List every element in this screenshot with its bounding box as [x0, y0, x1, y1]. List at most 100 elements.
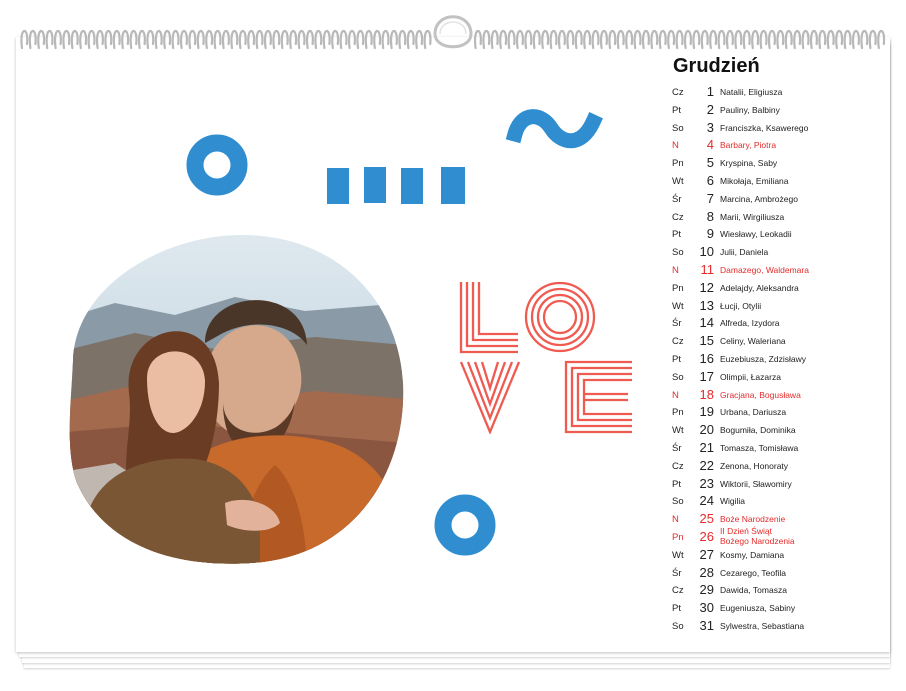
spiral-coil [557, 29, 566, 50]
name-day-label: Tomasza, Tomisława [720, 442, 799, 453]
name-day-label: Cezarego, Teofila [720, 567, 786, 578]
spiral-coil [247, 29, 256, 50]
spiral-coil [205, 29, 214, 50]
name-day-label: Julii, Daniela [720, 247, 769, 258]
spiral-coil [633, 29, 642, 50]
spiral-coil [667, 29, 676, 50]
spiral-coil [499, 29, 508, 50]
weekday-label: N [672, 514, 679, 526]
day-number: 26 [699, 528, 714, 544]
spiral-coil [868, 29, 877, 50]
spiral-coil [331, 29, 340, 50]
day-row: Pn 12 Adelajdy, Aleksandra [670, 280, 870, 298]
weekday-label: Pt [672, 353, 681, 365]
spiral-coil [683, 29, 692, 50]
spiral-coil [104, 29, 113, 50]
spiral-coil [675, 29, 684, 50]
spiral-coil [28, 29, 37, 50]
day-row: Śr 14 Alfreda, Izydora [670, 315, 870, 333]
spiral-coil [373, 29, 382, 50]
spiral-coil [112, 29, 121, 50]
name-day-label: Olimpii, Łazarza [720, 371, 781, 382]
bars-shape [327, 167, 465, 204]
day-row: Śr 7 Marcina, Ambrożego [670, 191, 870, 209]
spiral-coil [121, 29, 130, 50]
spiral-coil [532, 29, 541, 50]
name-day-label: Zenona, Honoraty [720, 460, 789, 471]
day-number: 7 [706, 190, 714, 206]
name-day-label: Adelajdy, Aleksandra [720, 282, 799, 293]
spiral-coil [314, 29, 323, 50]
weekday-label: Pn [672, 158, 684, 170]
day-number: 16 [699, 350, 714, 366]
name-day-label: Urbana, Dariusza [720, 407, 787, 418]
spiral-coil [725, 29, 734, 50]
spiral-coil [843, 29, 852, 50]
day-row: Pt 23 Wiktorii, Sławomiry [670, 476, 870, 494]
day-row: Pt 16 Euzebiusza, Zdzisławy [670, 351, 870, 369]
day-row: So 3 Franciszka, Ksawerego [670, 120, 870, 138]
spiral-coil [87, 29, 96, 50]
spiral-coil [389, 29, 398, 50]
spiral-coil [776, 29, 785, 50]
spiral-coil [255, 29, 264, 50]
day-number: 28 [699, 564, 714, 580]
weekday-label: Wt [672, 175, 684, 187]
name-day-label: Euzebiusza, Zdzisławy [720, 353, 806, 364]
ring-shape-top-left [186, 134, 248, 196]
spiral-coil [566, 29, 575, 50]
weekday-label: Wt [672, 549, 684, 561]
name-day-label: Mikołaja, Emiliana [720, 175, 789, 186]
day-row: N 11 Damazego, Waldemara [670, 262, 870, 280]
day-number: 29 [699, 582, 714, 598]
name-day-label: Franciszka, Ksawerego [720, 122, 809, 133]
day-number: 10 [699, 244, 714, 260]
spiral-coil [70, 29, 79, 50]
spiral-coil [297, 29, 306, 50]
spiral-coil [171, 29, 180, 50]
weekday-label: So [672, 371, 684, 383]
name-day-label: Marii, Wirgiliusza [720, 211, 785, 222]
day-row: Wt 20 Bogumiła, Dominika [670, 422, 870, 440]
spiral-coil [53, 29, 62, 50]
spiral-coil [154, 29, 163, 50]
name-day-label: Marcina, Ambrożego [720, 193, 798, 204]
day-row: Pn 5 Kryspina, Saby [670, 155, 870, 173]
day-row: N 18 Gracjana, Bogusława [670, 387, 870, 405]
spiral-coil [877, 29, 886, 50]
spiral-coil [95, 29, 104, 50]
spiral-coil [272, 29, 281, 50]
weekday-label: Cz [672, 87, 684, 98]
wave-shape [505, 109, 603, 149]
day-number: 2 [706, 101, 714, 117]
weekday-label: Śr [672, 193, 682, 205]
name-day-label: Celiny, Waleriana [720, 336, 786, 347]
spiral-coil [809, 29, 818, 50]
spiral-coil [541, 29, 550, 50]
day-number: 30 [699, 600, 714, 616]
day-number: 25 [699, 511, 714, 527]
weekday-label: Pt [672, 478, 681, 490]
name-day-label: Damazego, Waldemara [720, 264, 809, 275]
name-day-label: Pauliny, Balbiny [720, 104, 780, 115]
weekday-label: Cz [672, 460, 684, 472]
day-number: 27 [699, 546, 714, 562]
spiral-coil [793, 29, 802, 50]
day-row: Śr 21 Tomasza, Tomisława [670, 440, 870, 458]
spiral-coil [79, 29, 88, 50]
spiral-coil [658, 29, 667, 50]
spiral-coil [734, 29, 743, 50]
day-number: 14 [699, 315, 714, 331]
spiral-coil [406, 29, 415, 50]
spiral-coil [305, 29, 314, 50]
spiral-coil [188, 29, 197, 50]
spiral-coil [751, 29, 760, 50]
day-row: Śr 28 Cezarego, Teofila [670, 565, 870, 583]
spiral-coil [415, 29, 424, 50]
day-row: Pn 19 Urbana, Dariusza [670, 404, 870, 422]
spiral-coil [826, 29, 835, 50]
spiral-coil [381, 29, 390, 50]
day-row: Wt 27 Kosmy, Damiana [670, 547, 870, 565]
name-day-label: Wiesławy, Leokadii [720, 229, 792, 240]
spiral-coil [37, 29, 46, 50]
